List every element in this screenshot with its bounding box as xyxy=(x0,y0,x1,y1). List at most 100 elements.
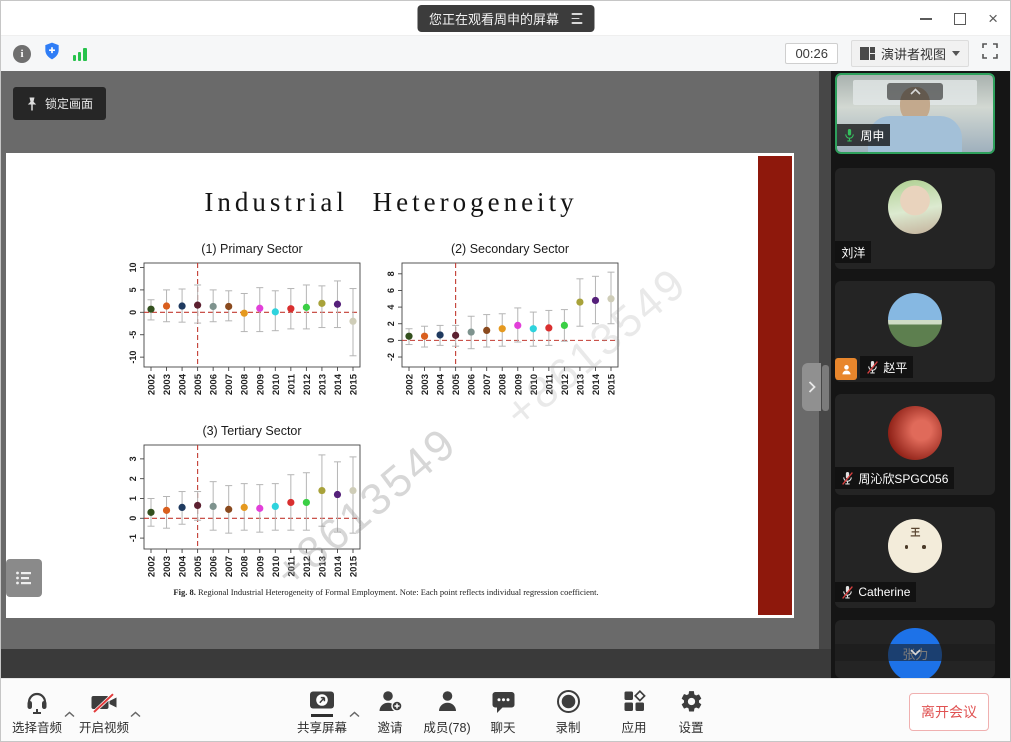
host-badge xyxy=(835,358,857,380)
share-screen-button[interactable]: 共享屏幕 xyxy=(290,686,354,736)
scroll-up-button[interactable] xyxy=(887,83,943,100)
presentation-slide: Industrial Heterogeneity (1) Primary Sec… xyxy=(6,153,794,618)
svg-text:2009: 2009 xyxy=(513,374,524,395)
svg-text:2010: 2010 xyxy=(529,374,540,395)
settings-button[interactable]: 设置 xyxy=(659,686,723,736)
svg-text:2003: 2003 xyxy=(162,556,173,577)
svg-text:2013: 2013 xyxy=(317,556,328,577)
svg-text:2015: 2015 xyxy=(607,373,618,395)
slide-accent-bar xyxy=(758,156,792,615)
view-mode-button[interactable]: 演讲者视图 xyxy=(851,40,969,67)
meeting-window: 您正在观看周申的屏幕 × i 00:26 演讲者视图 xyxy=(0,0,1011,742)
svg-text:2011: 2011 xyxy=(544,373,555,394)
participant-tile[interactable]: 王 Catherine xyxy=(835,507,995,608)
list-icon xyxy=(15,570,33,586)
share-screen-icon xyxy=(308,686,336,714)
lock-view-button[interactable]: 锁定画面 xyxy=(13,87,106,120)
participant-name-tag: 周申 xyxy=(837,124,890,146)
svg-text:5: 5 xyxy=(128,287,138,292)
svg-text:2007: 2007 xyxy=(224,374,235,395)
invite-person-icon xyxy=(377,686,403,714)
network-signal-icon[interactable] xyxy=(73,47,87,61)
annotation-panel-button[interactable] xyxy=(6,559,42,597)
status-toolbar: i 00:26 演讲者视图 xyxy=(1,36,1010,71)
watching-banner-text: 您正在观看周申的屏幕 xyxy=(429,9,559,28)
apps-button[interactable]: 应用 xyxy=(602,686,666,736)
participant-tile[interactable]: 张力 xyxy=(835,620,995,678)
share-active-indicator xyxy=(311,714,333,717)
svg-text:2006: 2006 xyxy=(467,374,478,395)
svg-text:-5: -5 xyxy=(128,331,138,339)
sidebar-collapse-handle[interactable] xyxy=(802,363,821,411)
svg-text:10: 10 xyxy=(128,262,138,272)
figure-caption: Fig. 8. Regional Industrial Heterogeneit… xyxy=(16,587,756,597)
svg-text:-2: -2 xyxy=(386,353,396,361)
svg-text:2014: 2014 xyxy=(333,373,344,395)
svg-text:8: 8 xyxy=(386,271,396,276)
meeting-timer: 00:26 xyxy=(785,43,838,64)
mic-muted-icon xyxy=(841,585,854,600)
svg-text:2007: 2007 xyxy=(482,374,493,395)
svg-text:2014: 2014 xyxy=(591,373,602,395)
participant-tile[interactable]: 周沁欣SPGC056 xyxy=(835,394,995,495)
svg-text:2002: 2002 xyxy=(405,374,416,395)
chat-button[interactable]: 聊天 xyxy=(471,686,535,736)
camera-off-icon xyxy=(90,686,118,714)
svg-text:2003: 2003 xyxy=(162,374,173,395)
svg-text:(2) Secondary Sector: (2) Secondary Sector xyxy=(451,242,569,256)
video-options-chevron[interactable] xyxy=(130,705,141,723)
svg-text:2008: 2008 xyxy=(240,374,251,395)
chevron-down-icon xyxy=(910,649,921,656)
maximize-button[interactable] xyxy=(954,13,966,25)
scroll-down-button[interactable] xyxy=(835,644,995,661)
participant-tile[interactable]: 赵平 xyxy=(835,281,995,382)
watching-banner[interactable]: 您正在观看周申的屏幕 xyxy=(417,5,594,32)
select-audio-button[interactable]: 选择音频 xyxy=(5,686,69,736)
secondary-sector-chart: (2) Secondary Sector-2024682002200320042… xyxy=(384,239,626,409)
leave-meeting-button[interactable]: 离开会议 xyxy=(909,693,989,731)
chat-bubble-icon xyxy=(491,686,516,714)
mic-on-icon xyxy=(843,128,856,143)
svg-text:6: 6 xyxy=(386,288,396,293)
participant-name-tag: 赵平 xyxy=(860,356,913,378)
svg-text:(3) Tertiary Sector: (3) Tertiary Sector xyxy=(202,424,301,438)
participant-tile-speaker[interactable]: 周申 xyxy=(835,73,995,154)
participant-name-tag: 刘洋 xyxy=(835,241,871,263)
person-icon xyxy=(840,363,853,376)
pin-icon xyxy=(26,97,38,111)
svg-text:2006: 2006 xyxy=(209,556,220,577)
record-button[interactable]: 录制 xyxy=(536,686,600,736)
content-scrollbar[interactable] xyxy=(822,365,829,411)
meeting-info-icon[interactable]: i xyxy=(13,45,31,63)
lock-view-label: 锁定画面 xyxy=(45,95,93,112)
svg-text:2011: 2011 xyxy=(286,373,297,394)
minimize-button[interactable] xyxy=(920,18,932,20)
svg-text:1: 1 xyxy=(128,496,138,501)
participant-name-tag: 周沁欣SPGC056 xyxy=(835,467,954,489)
svg-text:2009: 2009 xyxy=(255,556,266,577)
svg-text:2008: 2008 xyxy=(498,374,509,395)
svg-text:2006: 2006 xyxy=(209,374,220,395)
primary-sector-chart: (1) Primary Sector-10-505102002200320042… xyxy=(126,239,368,409)
shared-screen-area: 锁定画面 Industrial Heterogeneity (1) Primar… xyxy=(1,71,831,678)
svg-text:2002: 2002 xyxy=(147,556,158,577)
titlebar: 您正在观看周申的屏幕 × xyxy=(1,1,1010,36)
svg-text:3: 3 xyxy=(128,456,138,461)
figure-caption-number: Fig. 8. xyxy=(173,587,195,597)
svg-text:2011: 2011 xyxy=(286,555,297,576)
mic-muted-icon xyxy=(866,360,879,375)
gear-icon xyxy=(679,686,704,714)
headset-icon xyxy=(24,686,50,714)
chevron-down-icon xyxy=(952,51,960,56)
svg-text:2005: 2005 xyxy=(193,555,204,577)
banner-menu-icon[interactable] xyxy=(571,13,582,23)
security-shield-icon[interactable] xyxy=(42,41,62,66)
fullscreen-icon[interactable] xyxy=(982,43,998,64)
start-video-button[interactable]: 开启视频 xyxy=(72,686,136,736)
svg-text:2004: 2004 xyxy=(178,373,189,395)
close-button[interactable]: × xyxy=(988,10,998,27)
svg-text:2014: 2014 xyxy=(333,555,344,577)
svg-text:0: 0 xyxy=(386,338,396,343)
participant-tile[interactable]: 刘洋 xyxy=(835,168,995,269)
svg-text:2012: 2012 xyxy=(560,374,571,395)
